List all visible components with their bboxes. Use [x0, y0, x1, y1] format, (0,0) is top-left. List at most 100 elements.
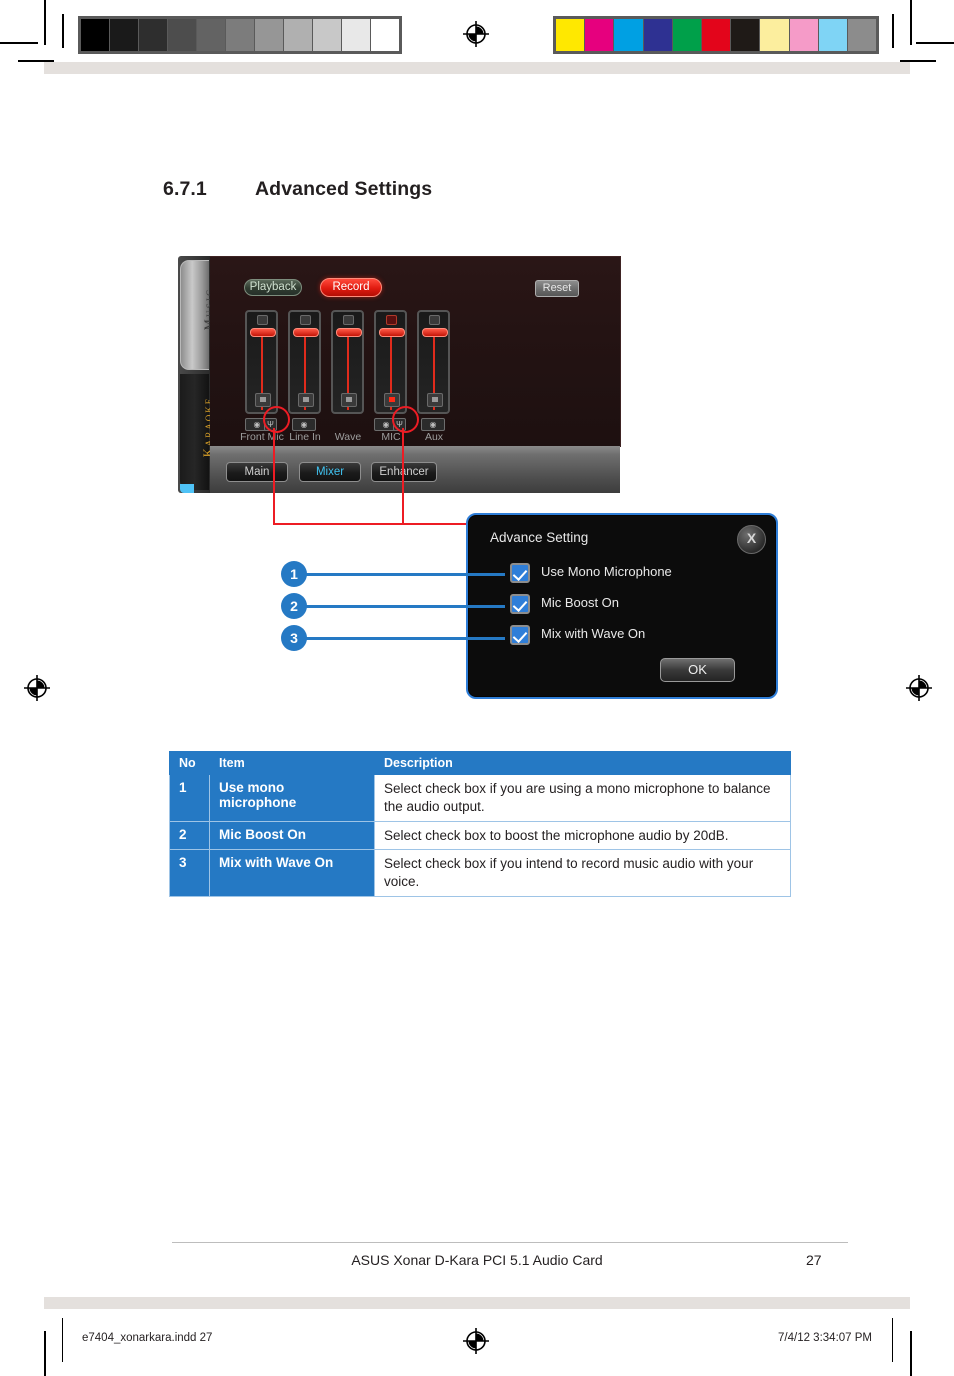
registration-mark-top	[463, 21, 489, 47]
leader-line-mic-vertical	[402, 428, 404, 524]
color-swatch	[731, 19, 761, 51]
record-button[interactable]: Record	[320, 278, 382, 297]
channel-button-row: ◉	[417, 418, 450, 431]
table-row: 1 Use mono microphone Select check box if …	[169, 774, 791, 822]
color-swatch	[672, 19, 702, 51]
dialog-option-row[interactable]: Use Mono Microphone	[468, 563, 776, 587]
description-table: No Item Description 1 Use mono microphone…	[169, 751, 791, 898]
mute-button[interactable]	[340, 393, 357, 407]
footer-rule	[172, 1242, 848, 1243]
advance-setting-dialog: Advance Setting X Use Mono Microphone Mi…	[466, 513, 778, 699]
dialog-option-row[interactable]: Mix with Wave On	[468, 625, 776, 649]
grayscale-swatch	[313, 19, 342, 51]
volume-slider-track[interactable]	[288, 310, 321, 414]
color-swatch	[585, 19, 615, 51]
imprint-filename: e7404_xonarkara.indd 27	[82, 1332, 213, 1344]
grayscale-swatch	[371, 19, 399, 51]
table-row: 2 Mic Boost On Select check box to boost t…	[169, 820, 791, 851]
table-cell-item: Mix with Wave On	[209, 849, 375, 898]
callout-badge-1: 1	[281, 561, 307, 587]
tab-enhancer[interactable]: Enhancer	[371, 462, 437, 482]
imprint-rule-left	[62, 1318, 63, 1362]
color-swatch	[760, 19, 790, 51]
tab-mixer[interactable]: Mixer	[299, 462, 361, 482]
callout-badge-3: 3	[281, 625, 307, 651]
checkbox-use-mono-microphone[interactable]	[510, 563, 530, 583]
table-body: 1 Use mono microphone Select check box if …	[169, 774, 791, 898]
callout-line-1	[305, 573, 505, 576]
table-cell-description: Select check box to boost the microphone…	[374, 820, 791, 851]
table-cell-no: 1	[169, 774, 210, 822]
sidebar-tab-music[interactable]: Music	[180, 260, 216, 370]
registration-mark-bottom	[463, 1328, 489, 1354]
reset-button[interactable]: Reset	[535, 280, 579, 297]
table-header-description: Description	[374, 751, 791, 775]
volume-slider-thumb[interactable]	[335, 328, 362, 337]
volume-slider-track[interactable]	[245, 310, 278, 414]
checkbox-mix-with-wave-on[interactable]	[510, 625, 530, 645]
label-use-mono-microphone: Use Mono Microphone	[541, 564, 672, 579]
table-header-no: No	[169, 751, 210, 775]
channel-indicator-icon	[429, 315, 440, 325]
top-page-band	[44, 62, 910, 74]
close-icon[interactable]: X	[737, 525, 766, 554]
sidebar-accent-strip	[180, 484, 194, 493]
registration-mark-left	[24, 675, 50, 701]
leader-line-horizontal	[273, 523, 485, 525]
volume-slider-thumb[interactable]	[378, 328, 405, 337]
mute-button[interactable]	[426, 393, 443, 407]
mixer-channel-aux: ◉ Aux	[417, 310, 450, 443]
footer-page-number: 27	[806, 1252, 822, 1268]
table-cell-no: 2	[169, 820, 210, 851]
mono-toggle-icon[interactable]: ◉	[292, 418, 316, 431]
sidebar-tab-karaoke[interactable]: Karaoke	[180, 374, 215, 490]
label-mic-boost-on: Mic Boost On	[541, 595, 620, 610]
volume-slider-thumb[interactable]	[421, 328, 448, 337]
table-header-item: Item	[209, 751, 375, 775]
color-swatch	[556, 19, 586, 51]
table-cell-description: Select check box if you intend to record…	[374, 849, 791, 898]
ok-button[interactable]: OK	[660, 658, 735, 682]
channel-button-row: ◉	[288, 418, 321, 431]
crop-mark-top-right-inner	[892, 14, 894, 48]
volume-slider-thumb[interactable]	[292, 328, 319, 337]
grayscale-swatch	[342, 19, 371, 51]
crop-mark-top-left-inner	[62, 14, 64, 48]
volume-slider-track[interactable]	[417, 310, 450, 414]
imprint-rule-right	[892, 1318, 893, 1362]
callout-line-2	[305, 605, 505, 608]
mute-button[interactable]	[383, 393, 400, 407]
tab-main[interactable]: Main	[226, 462, 288, 482]
channel-label: Aux	[424, 431, 444, 443]
heading-text: Advanced Settings	[255, 178, 433, 200]
channel-indicator-icon	[343, 315, 354, 325]
playback-button[interactable]: Playback	[244, 279, 302, 296]
mute-button[interactable]	[254, 393, 271, 407]
color-calibration-bar	[553, 16, 879, 54]
volume-slider-track[interactable]	[374, 310, 407, 414]
color-swatch	[614, 19, 644, 51]
app-side-rail: Music Karaoke	[178, 256, 216, 493]
dialog-option-row[interactable]: Mic Boost On	[468, 594, 776, 618]
page-title: 6.7.1 Advanced Settings	[163, 178, 432, 201]
grayscale-swatch	[139, 19, 168, 51]
color-swatch	[847, 19, 877, 51]
grayscale-swatch	[284, 19, 313, 51]
volume-slider-track[interactable]	[331, 310, 364, 414]
grayscale-swatch	[168, 19, 197, 51]
registration-mark-right	[906, 675, 932, 701]
bottom-page-band	[44, 1297, 910, 1309]
callout-badge-2: 2	[281, 593, 307, 619]
checkbox-mic-boost-on[interactable]	[510, 594, 530, 614]
color-swatch	[789, 19, 819, 51]
volume-slider-thumb[interactable]	[249, 328, 276, 337]
heading-number: 6.7.1	[163, 178, 207, 200]
dialog-title: Advance Setting	[490, 530, 589, 545]
color-swatch	[643, 19, 673, 51]
crop-mark-top-left-horizontal	[0, 42, 38, 44]
mono-toggle-icon[interactable]: ◉	[421, 418, 445, 431]
table-cell-description: Select check box if you are using a mono…	[374, 774, 791, 822]
grayscale-calibration-bar	[78, 16, 402, 54]
label-mix-with-wave-on: Mix with Wave On	[541, 626, 646, 641]
mute-button[interactable]	[297, 393, 314, 407]
